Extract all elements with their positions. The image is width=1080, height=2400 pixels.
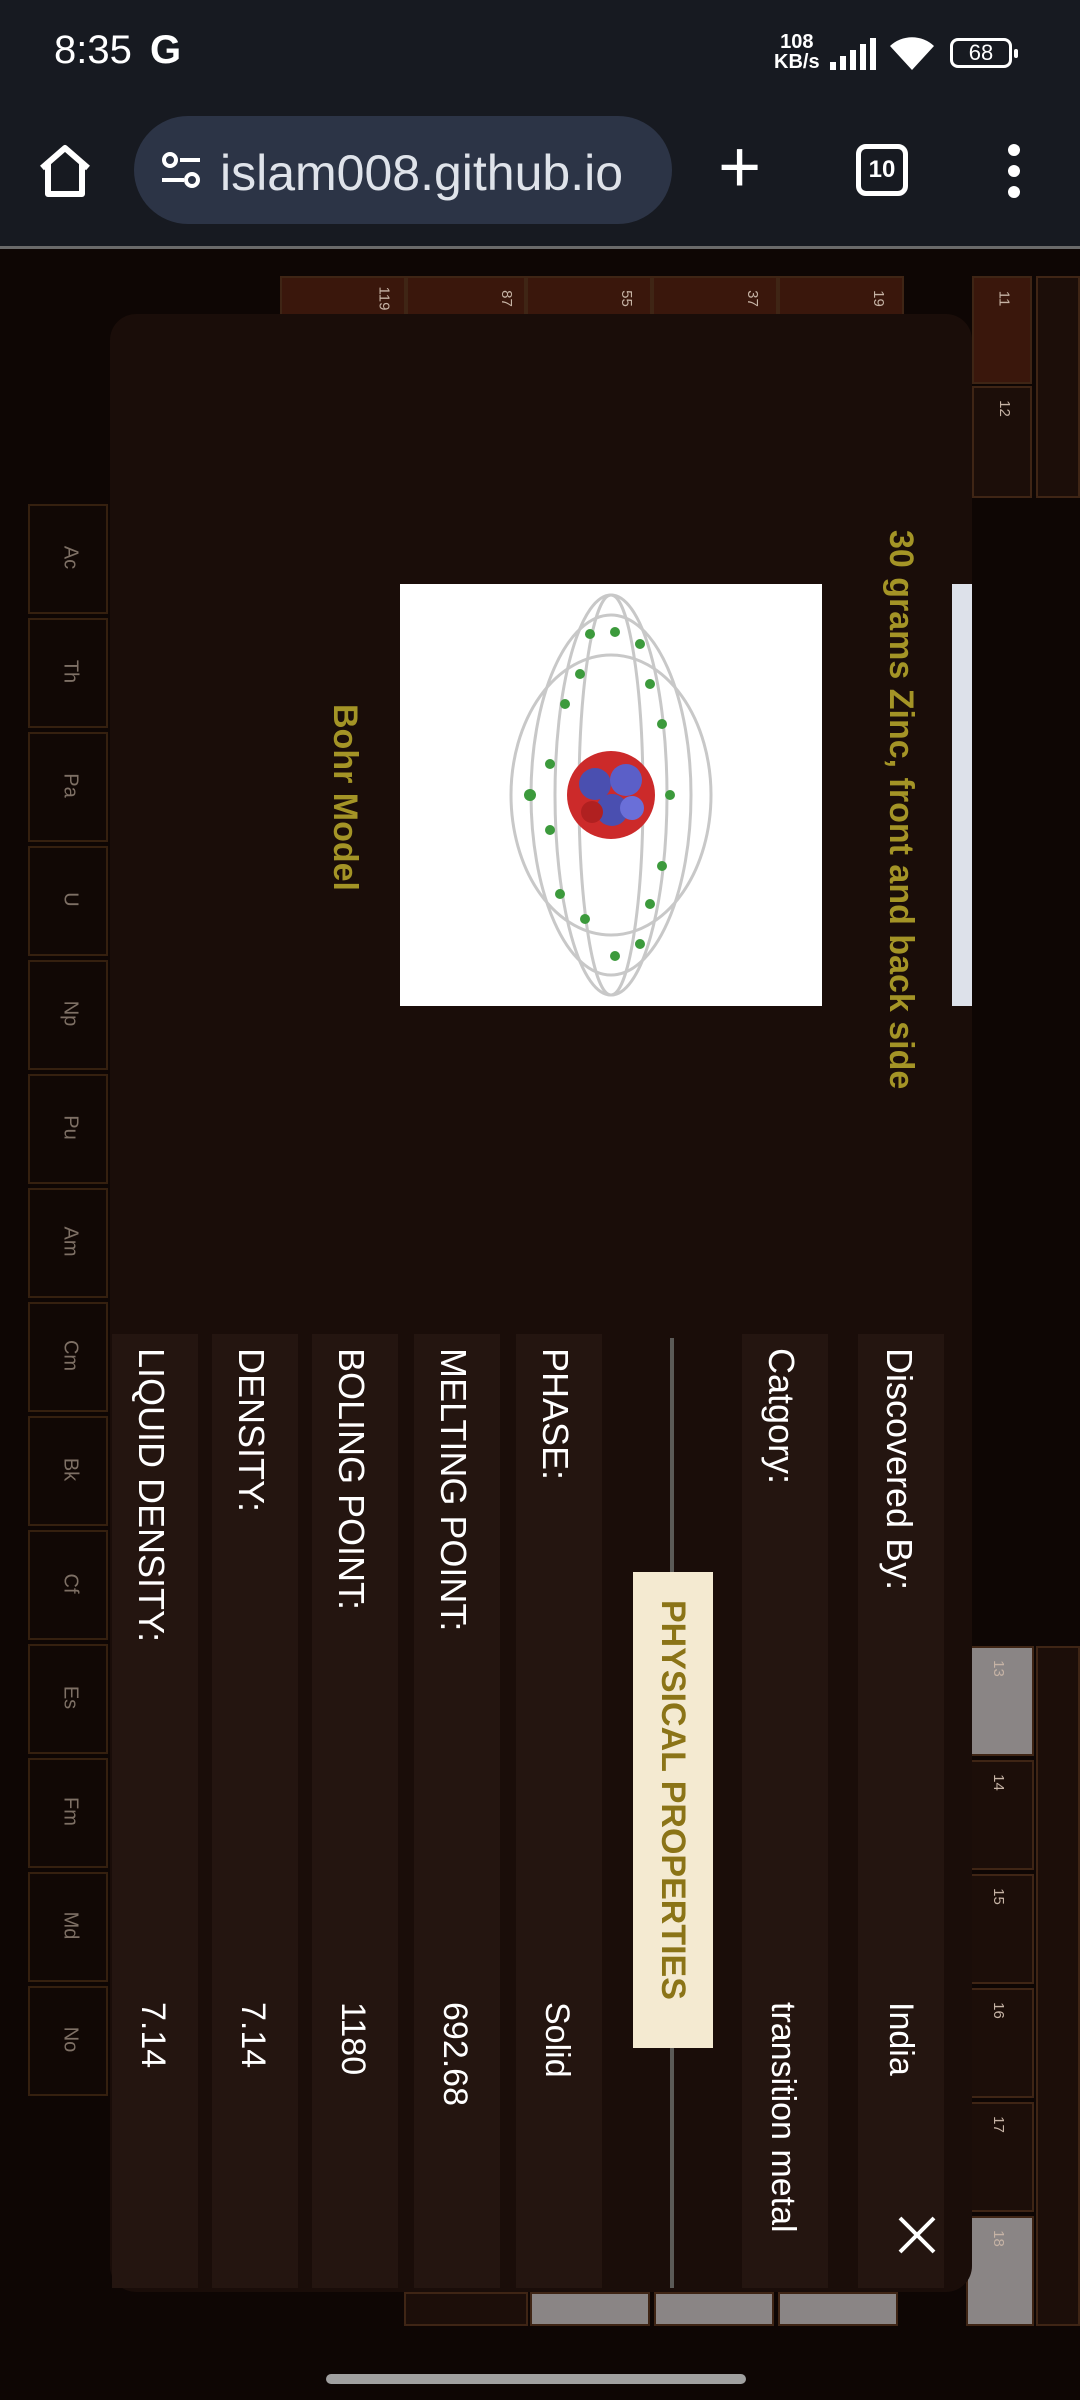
atomic-number: 17	[989, 2116, 1007, 2133]
atomic-number: 37	[743, 290, 761, 307]
element-symbol: No	[59, 2026, 82, 2053]
bohr-model-caption: Bohr Model	[326, 704, 364, 891]
element-cell[interactable]	[530, 2292, 650, 2326]
density-label: DENSITY:	[231, 1348, 272, 1513]
atomic-number: 55	[617, 290, 635, 307]
image-scroll-strip[interactable]	[952, 584, 972, 1006]
element-cell-pa[interactable]: Pa	[28, 732, 108, 842]
site-info-icon[interactable]	[158, 148, 204, 194]
element-cell[interactable]	[654, 2292, 774, 2326]
element-cell[interactable]	[1036, 1646, 1080, 2326]
address-bar[interactable]: islam008.github.io	[134, 116, 672, 224]
discovered-by-label: Discovered By:	[879, 1348, 920, 1591]
element-cell[interactable]: 18	[966, 2216, 1034, 2326]
element-symbol: Md	[59, 1911, 82, 1940]
element-cell-bk[interactable]: Bk	[28, 1416, 108, 1526]
element-cell-no[interactable]: No	[28, 1986, 108, 2096]
phase-value: Solid	[538, 2002, 576, 2078]
element-symbol: Cf	[59, 1573, 82, 1594]
element-cell-cm[interactable]: Cm	[28, 1302, 108, 1412]
liquid-density-label: LIQUID DENSITY:	[131, 1348, 172, 1643]
element-cell-md[interactable]: Md	[28, 1872, 108, 1982]
element-cell[interactable]: 11	[972, 276, 1032, 384]
category-label: Catgory:	[761, 1348, 802, 1485]
section-title: PHYSICAL PROPERTIES	[654, 1600, 692, 2000]
element-symbol: Fm	[59, 1797, 82, 1826]
close-icon[interactable]	[896, 2214, 938, 2256]
atomic-number: 12	[995, 400, 1013, 417]
element-cell-cf[interactable]: Cf	[28, 1530, 108, 1640]
bohr-model-image	[400, 584, 822, 1006]
melting-point-label: MELTING POINT:	[433, 1348, 474, 1632]
element-cell[interactable]: 14	[966, 1760, 1034, 1870]
element-cell-u[interactable]: U	[28, 846, 108, 956]
tab-count: 10	[868, 156, 896, 183]
category-value: transition metal	[764, 2002, 802, 2233]
tab-switcher-icon[interactable]: 10	[856, 144, 908, 196]
new-tab-button[interactable]: +	[718, 130, 761, 204]
element-cell[interactable]: 17	[966, 2102, 1034, 2212]
density-value: 7.14	[234, 2002, 272, 2069]
atomic-number: 14	[989, 1774, 1007, 1791]
element-cell-fm[interactable]: Fm	[28, 1758, 108, 1868]
element-cell-ac[interactable]: Ac	[28, 504, 108, 614]
atomic-number: 119	[375, 286, 393, 311]
status-time: 8:35	[54, 28, 132, 72]
wifi-icon	[890, 37, 934, 70]
signal-icon	[830, 38, 876, 70]
gesture-nav-handle[interactable]	[326, 2374, 746, 2384]
element-cell-th[interactable]: Th	[28, 618, 108, 728]
network-speed-value: 108	[780, 31, 814, 53]
atomic-number: 16	[989, 2002, 1007, 2019]
boiling-point-value: 1180	[334, 2002, 372, 2076]
atomic-number: 19	[869, 290, 887, 307]
phase-label: PHASE:	[535, 1348, 576, 1481]
atom-illustration	[509, 593, 713, 997]
element-symbol: Np	[59, 1000, 82, 1027]
melting-point-value: 692.68	[436, 2002, 474, 2106]
element-cell[interactable]	[1036, 276, 1080, 498]
status-bar: 8:35 G 108 KB/s 68	[0, 0, 1080, 100]
element-cell-np[interactable]: Np	[28, 960, 108, 1070]
menu-icon[interactable]	[1000, 142, 1028, 200]
home-icon[interactable]	[36, 142, 94, 200]
element-cell-am[interactable]: Am	[28, 1188, 108, 1298]
atomic-number: 15	[989, 1888, 1007, 1905]
element-cell[interactable]: 13	[966, 1646, 1034, 1756]
element-cell-pu[interactable]: Pu	[28, 1074, 108, 1184]
element-symbol: Cm	[59, 1339, 82, 1372]
element-symbol: Am	[59, 1226, 82, 1257]
element-symbol: Pu	[59, 1115, 82, 1140]
element-cell[interactable]	[404, 2292, 528, 2326]
element-symbol: Es	[59, 1685, 82, 1710]
image-caption: 30 grams Zinc, front and back side	[882, 530, 920, 1090]
discovered-by-value: India	[882, 2002, 920, 2076]
element-cell-es[interactable]: Es	[28, 1644, 108, 1754]
atomic-number: 18	[989, 2230, 1007, 2247]
element-cell[interactable]: 15	[966, 1874, 1034, 1984]
element-symbol: Th	[59, 659, 82, 684]
atomic-number: 11	[995, 290, 1013, 307]
element-symbol: Bk	[59, 1457, 82, 1482]
element-symbol: U	[59, 892, 82, 907]
element-cell[interactable]	[778, 2292, 898, 2326]
battery-level: 68	[968, 40, 994, 65]
atomic-number: 13	[989, 1660, 1007, 1677]
network-speed-unit: KB/s	[774, 51, 820, 73]
network-speed: 108 KB/s	[774, 32, 820, 72]
element-cell[interactable]: 12	[972, 386, 1032, 498]
google-icon: G	[150, 28, 182, 72]
liquid-density-value: 7.14	[134, 2002, 172, 2069]
element-symbol: Ac	[59, 545, 82, 570]
boiling-point-label: BOLING POINT:	[331, 1348, 372, 1611]
battery-icon: 68	[950, 38, 1018, 68]
url-text[interactable]: islam008.github.io	[220, 144, 623, 202]
element-symbol: Pa	[59, 773, 82, 798]
atomic-number: 87	[497, 290, 515, 307]
browser-toolbar: islam008.github.io + 10	[0, 100, 1080, 249]
element-cell[interactable]: 16	[966, 1988, 1034, 2098]
